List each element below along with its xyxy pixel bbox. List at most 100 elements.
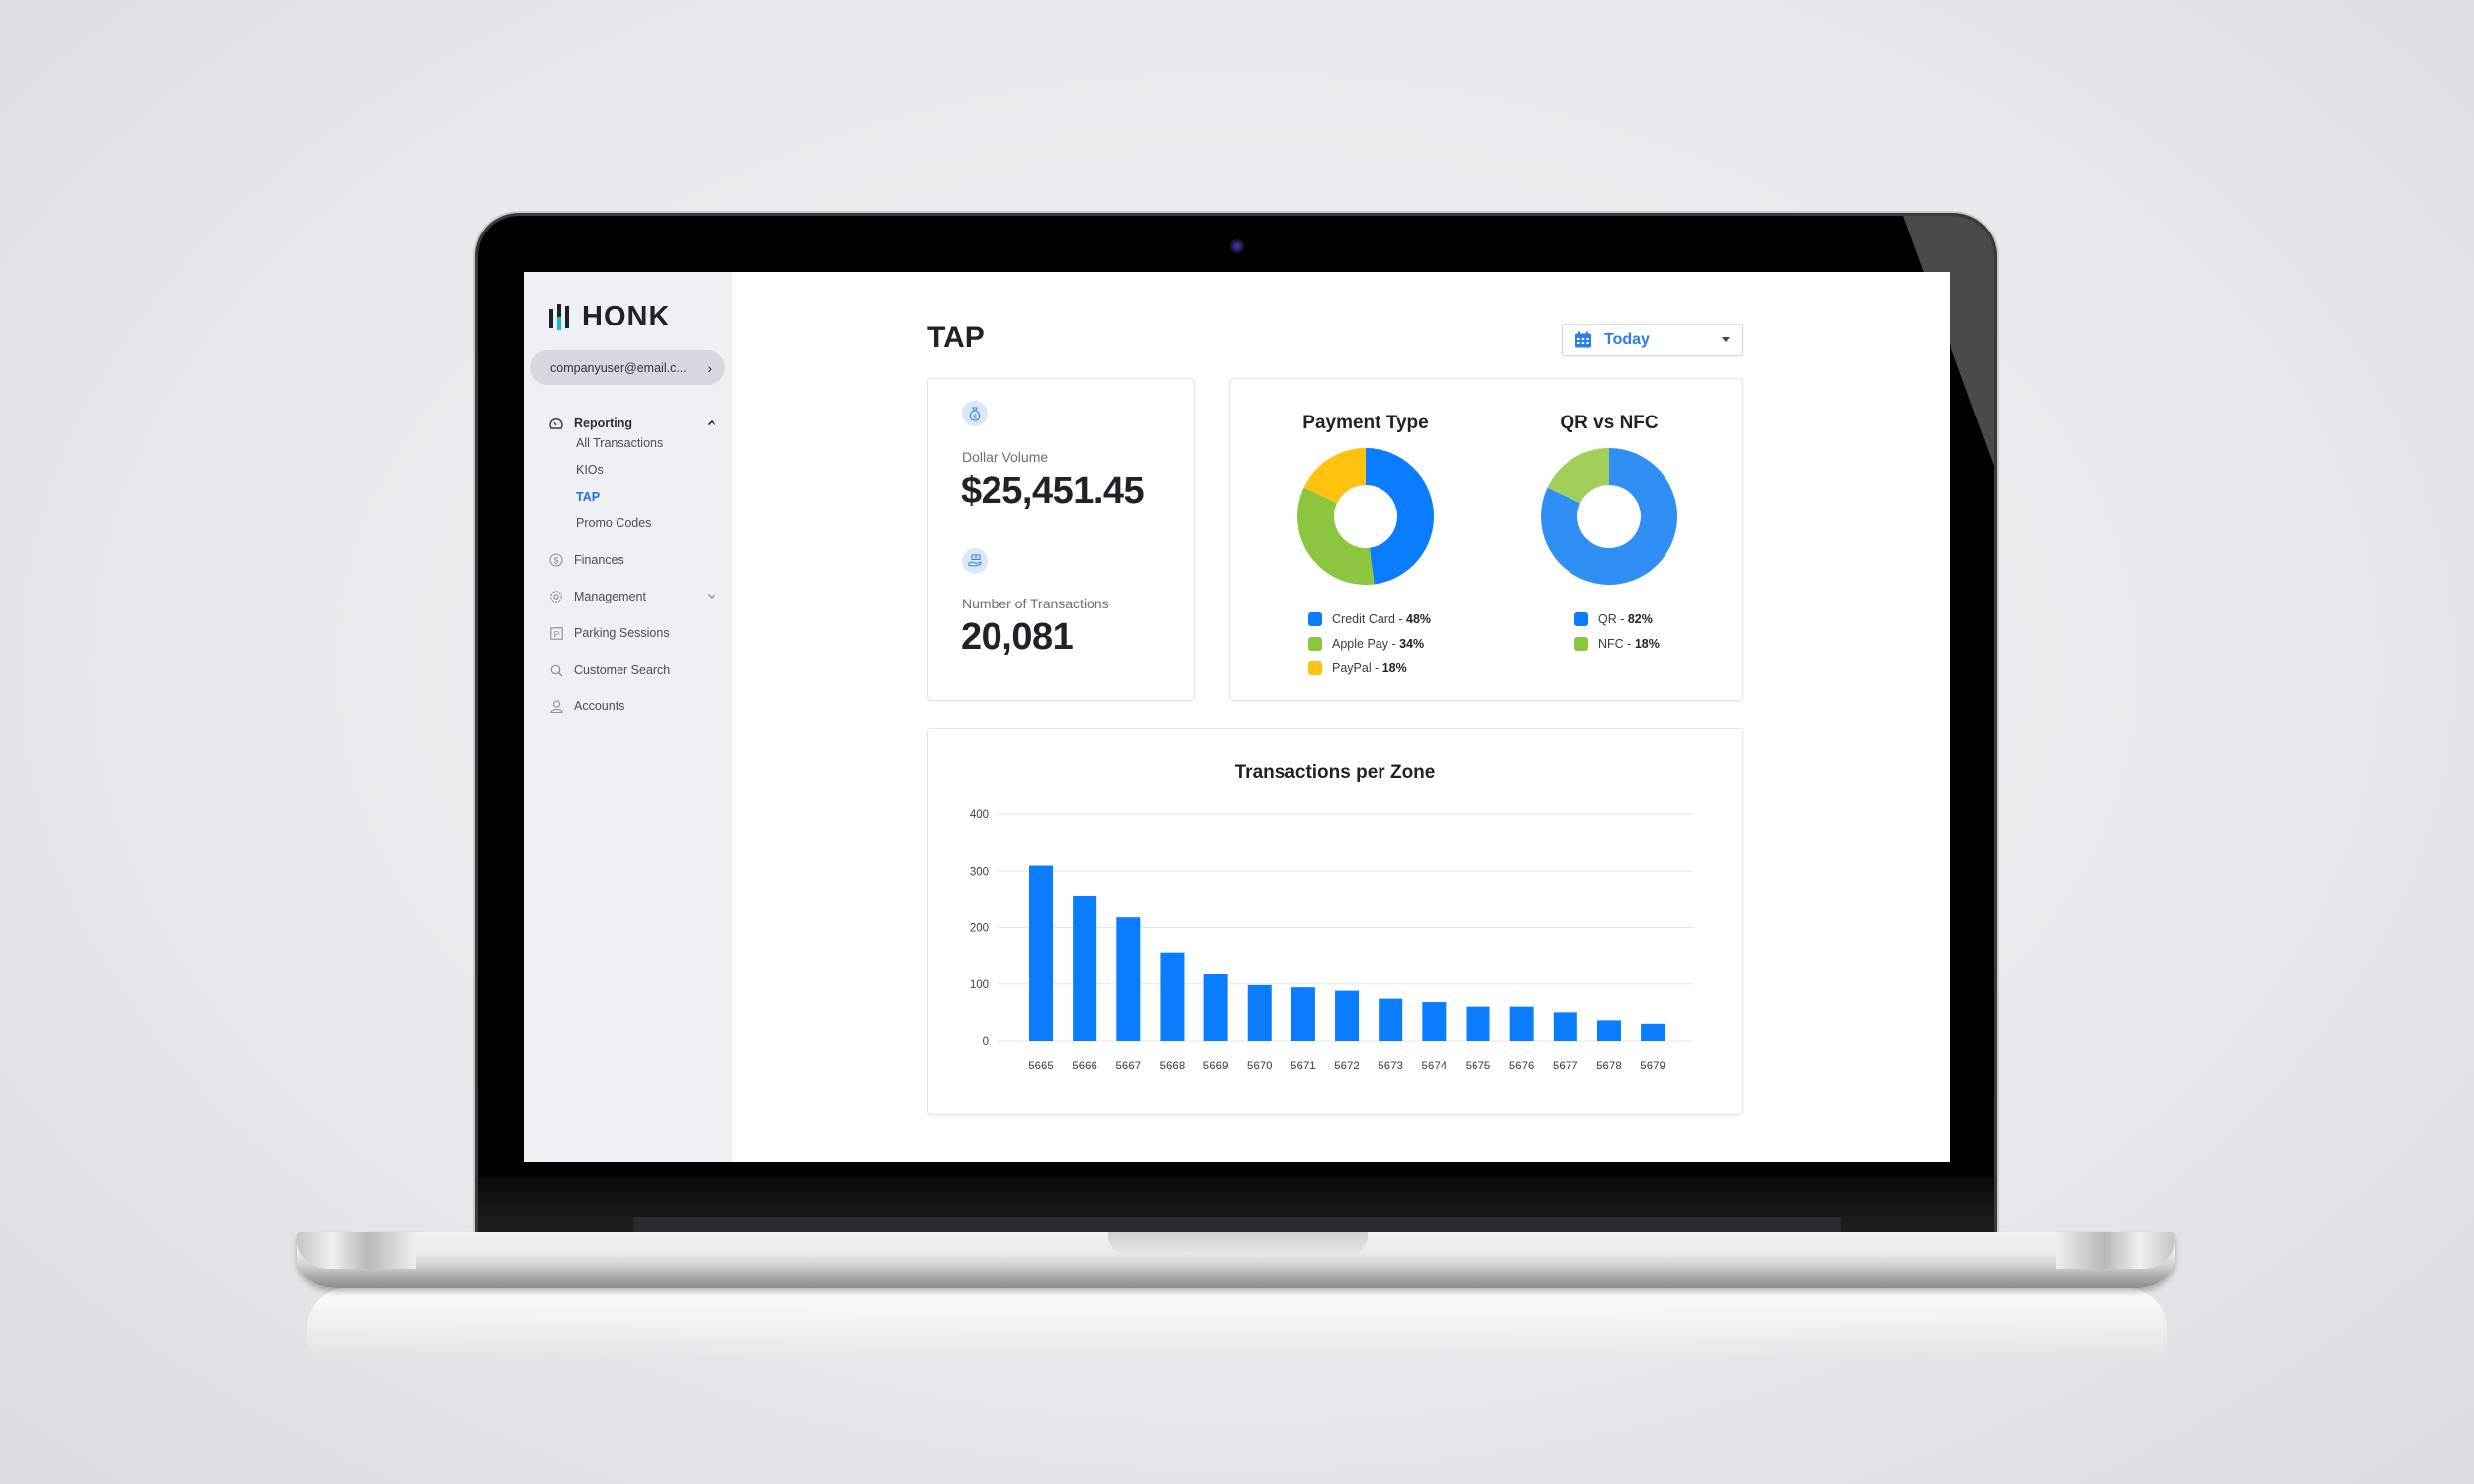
dollar-volume-label: Dollar Volume — [962, 449, 1049, 465]
legend-label: Credit Card — [1332, 612, 1395, 627]
transactions-label: Number of Transactions — [962, 596, 1109, 611]
sidebar-item-management[interactable]: Management — [548, 589, 716, 604]
parking-icon: P — [548, 625, 564, 641]
sidebar-item-finances[interactable]: $ Finances — [548, 552, 716, 568]
payment-charts-card: Payment Type Credit Card - 48% Apple Pay… — [1229, 378, 1743, 701]
legend-swatch — [1574, 612, 1588, 627]
legend-label: NFC — [1598, 636, 1624, 651]
x-tick-label: 5670 — [1247, 1061, 1273, 1072]
money-bag-icon: $ — [962, 401, 988, 426]
sidebar-item-parking-sessions[interactable]: P Parking Sessions — [548, 625, 716, 641]
bar-5678[interactable] — [1596, 1020, 1621, 1041]
qr-vs-nfc-legend: QR - 82% NFC - 18% — [1574, 607, 1660, 656]
x-tick-label: 5678 — [1596, 1061, 1622, 1072]
y-tick-label: 400 — [970, 809, 989, 821]
webcam — [1230, 239, 1244, 253]
legend-item-qr: QR - 82% — [1574, 607, 1660, 632]
legend-swatch — [1574, 636, 1588, 651]
user-email: companyuser@email.c... — [550, 360, 687, 375]
bar-5672[interactable] — [1335, 990, 1360, 1041]
sidebar-item-label: Parking Sessions — [574, 626, 670, 640]
sidebar-subitem-tap[interactable]: TAP — [576, 490, 600, 504]
sidebar-item-customer-search[interactable]: Customer Search — [548, 662, 716, 678]
bar-5671[interactable] — [1290, 987, 1315, 1041]
bar-5670[interactable] — [1247, 984, 1272, 1041]
date-range-dropdown[interactable]: Today — [1562, 324, 1743, 356]
sidebar: HONK companyuser@email.c... › Reporting … — [524, 272, 732, 1162]
dollar-volume-value: $25,451.45 — [961, 470, 1145, 511]
y-tick-label: 100 — [970, 979, 989, 991]
svg-text:$: $ — [973, 414, 977, 420]
calendar-icon — [1574, 331, 1592, 348]
money-hand-icon — [962, 548, 988, 574]
account-switcher[interactable]: companyuser@email.c... › — [530, 350, 725, 385]
y-tick-label: 200 — [970, 923, 989, 935]
x-tick-label: 5672 — [1334, 1061, 1360, 1072]
sidebar-subitem-kios[interactable]: KIOs — [576, 463, 604, 477]
x-tick-label: 5675 — [1466, 1061, 1491, 1072]
hinge — [633, 1217, 1841, 1232]
legend-label: PayPal — [1332, 661, 1372, 676]
svg-text:$: $ — [553, 556, 558, 566]
brand-logo[interactable]: HONK — [549, 300, 671, 332]
svg-text:P: P — [553, 629, 559, 639]
payment-type-donut — [1297, 448, 1435, 585]
sidebar-item-label: Management — [574, 590, 646, 603]
bar-5677[interactable] — [1553, 1012, 1577, 1041]
legend-item-apple-pay: Apple Pay - 34% — [1308, 632, 1431, 657]
legend-swatch — [1308, 661, 1322, 676]
payment-type-legend: Credit Card - 48% Apple Pay - 34% PayPal… — [1308, 607, 1431, 681]
legend-value: 34% — [1399, 636, 1425, 651]
x-tick-label: 5667 — [1116, 1061, 1142, 1072]
bar-5665[interactable] — [1029, 865, 1053, 1041]
chevron-down-icon[interactable] — [707, 591, 716, 603]
sidebar-item-label: Customer Search — [574, 663, 671, 677]
bar-5667[interactable] — [1116, 917, 1141, 1041]
bar-5675[interactable] — [1466, 1006, 1490, 1041]
bar-5676[interactable] — [1509, 1006, 1534, 1041]
legend-value: 48% — [1406, 612, 1432, 627]
legend-item-credit-card: Credit Card - 48% — [1308, 607, 1431, 632]
sidebar-item-label: Finances — [574, 553, 624, 567]
lid-opening-notch — [1108, 1232, 1368, 1253]
page-title: TAP — [927, 322, 985, 354]
donut-slice-credit-card[interactable] — [1366, 448, 1435, 585]
legend-value: 82% — [1627, 612, 1653, 627]
x-tick-label: 5666 — [1072, 1061, 1097, 1072]
date-range-value: Today — [1604, 330, 1650, 348]
sidebar-subitem-all-transactions[interactable]: All Transactions — [576, 436, 663, 450]
bar-5666[interactable] — [1073, 896, 1097, 1041]
sidebar-item-label: Reporting — [574, 417, 633, 430]
legend-item-nfc: NFC - 18% — [1574, 632, 1660, 657]
x-tick-label: 5669 — [1203, 1061, 1229, 1072]
transactions-value: 20,081 — [961, 616, 1074, 658]
x-tick-label: 5679 — [1640, 1061, 1665, 1072]
dashboard-gauge-icon — [548, 416, 564, 431]
qr-vs-nfc-chart: QR vs NFC QR - 82% NFC - 18% — [1490, 379, 1728, 702]
bar-5679[interactable] — [1641, 1023, 1665, 1041]
chevron-up-icon[interactable] — [707, 417, 716, 429]
bar-5673[interactable] — [1379, 998, 1403, 1041]
qr-vs-nfc-donut — [1541, 448, 1677, 585]
chart-title: QR vs NFC — [1560, 413, 1659, 433]
sidebar-item-label: Accounts — [574, 699, 625, 713]
stats-card: $ Dollar Volume $25,451.45 Number of Tra… — [927, 378, 1195, 701]
bar-5669[interactable] — [1203, 974, 1228, 1041]
legend-item-paypal: PayPal - 18% — [1308, 656, 1431, 681]
bar-5668[interactable] — [1160, 952, 1185, 1041]
sidebar-subitem-promo-codes[interactable]: Promo Codes — [576, 516, 651, 530]
sidebar-item-reporting[interactable]: Reporting — [548, 416, 716, 431]
transactions-per-zone-chart: 0 100 200 300 400 5665 5666 5667 5668 5669 5670 567… — [970, 809, 1693, 1072]
payment-type-chart: Payment Type Credit Card - 48% Apple Pay… — [1247, 379, 1484, 702]
honk-logo-icon — [549, 302, 577, 331]
base-shine-right — [2056, 1232, 2175, 1269]
x-tick-label: 5665 — [1028, 1061, 1054, 1072]
x-tick-label: 5668 — [1160, 1061, 1186, 1072]
brand-name: HONK — [582, 300, 671, 332]
sidebar-item-accounts[interactable]: Accounts — [548, 698, 716, 714]
dollar-circle-icon: $ — [548, 552, 564, 568]
legend-label: QR — [1598, 612, 1617, 627]
bar-5674[interactable] — [1422, 1002, 1447, 1041]
laptop-reflection — [307, 1288, 2167, 1357]
y-tick-label: 300 — [970, 866, 989, 878]
